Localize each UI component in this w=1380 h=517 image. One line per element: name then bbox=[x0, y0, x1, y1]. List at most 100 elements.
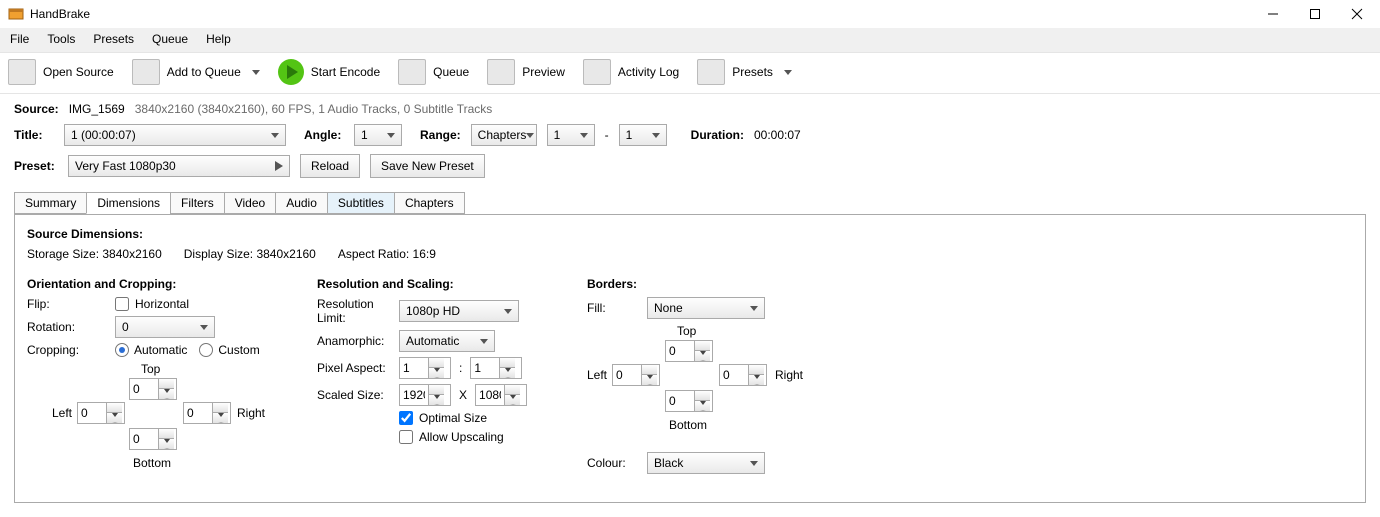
start-encode-button[interactable]: Start Encode bbox=[278, 59, 380, 85]
rotation-label: Rotation: bbox=[27, 320, 115, 334]
colour-select[interactable]: Black bbox=[647, 452, 765, 474]
menu-tools[interactable]: Tools bbox=[47, 32, 75, 46]
angle-value: 1 bbox=[361, 128, 368, 142]
colour-value: Black bbox=[654, 456, 683, 470]
borders-h: Borders: bbox=[587, 277, 847, 291]
add-to-queue-button[interactable]: Add to Queue bbox=[132, 59, 260, 85]
maximize-button[interactable] bbox=[1308, 7, 1322, 21]
pixel-aspect-y-input[interactable] bbox=[470, 357, 522, 379]
crop-grid: Top Left Right Bottom bbox=[107, 362, 317, 482]
flip-horizontal-checkbox[interactable] bbox=[115, 297, 129, 311]
menu-help[interactable]: Help bbox=[206, 32, 231, 46]
aspect-ratio: Aspect Ratio: 16:9 bbox=[338, 247, 436, 261]
tab-video[interactable]: Video bbox=[224, 192, 276, 214]
queue-button[interactable]: Queue bbox=[398, 59, 469, 85]
tab-chapters[interactable]: Chapters bbox=[394, 192, 465, 214]
chevron-down-icon bbox=[200, 325, 208, 330]
anamorphic-label: Anamorphic: bbox=[317, 334, 399, 348]
tab-subtitles[interactable]: Subtitles bbox=[327, 192, 395, 214]
presets-icon bbox=[697, 59, 725, 85]
minimize-button[interactable] bbox=[1266, 7, 1280, 21]
angle-select[interactable]: 1 bbox=[354, 124, 402, 146]
tabs: Summary Dimensions Filters Video Audio S… bbox=[0, 182, 1380, 214]
preset-select[interactable]: Very Fast 1080p30 bbox=[68, 155, 290, 177]
border-right-input[interactable] bbox=[719, 364, 767, 386]
anamorphic-select[interactable]: Automatic bbox=[399, 330, 495, 352]
range-type: Chapters bbox=[478, 128, 527, 142]
flip-label: Flip: bbox=[27, 297, 115, 311]
orientation-cropping: Orientation and Cropping: Flip: Horizont… bbox=[27, 277, 277, 482]
menu-file[interactable]: File bbox=[10, 32, 29, 46]
preview-button[interactable]: Preview bbox=[487, 59, 565, 85]
menubar: File Tools Presets Queue Help bbox=[0, 28, 1380, 53]
save-preset-button[interactable]: Save New Preset bbox=[370, 154, 485, 178]
border-bottom-input[interactable] bbox=[665, 390, 713, 412]
cropping-auto-label: Automatic bbox=[134, 343, 187, 357]
orientation-h: Orientation and Cropping: bbox=[27, 277, 277, 291]
fill-select[interactable]: None bbox=[647, 297, 765, 319]
chevron-down-icon bbox=[652, 133, 660, 138]
menu-presets[interactable]: Presets bbox=[93, 32, 134, 46]
chevron-right-icon bbox=[275, 161, 283, 171]
allow-upscaling-label: Allow Upscaling bbox=[419, 430, 504, 444]
border-top-input[interactable] bbox=[665, 340, 713, 362]
tab-summary[interactable]: Summary bbox=[14, 192, 87, 214]
cropping-auto-radio[interactable] bbox=[115, 343, 129, 357]
open-source-button[interactable]: Open Source bbox=[8, 59, 114, 85]
tab-dimensions[interactable]: Dimensions bbox=[86, 192, 171, 214]
optimal-size-label: Optimal Size bbox=[419, 411, 487, 425]
res-limit-value: 1080p HD bbox=[406, 304, 460, 318]
scaled-width-input[interactable] bbox=[399, 384, 451, 406]
rotation-select[interactable]: 0 bbox=[115, 316, 215, 338]
range-label: Range: bbox=[420, 128, 461, 142]
range-type-select[interactable]: Chapters bbox=[471, 124, 537, 146]
crop-top-input[interactable] bbox=[129, 378, 177, 400]
pixel-aspect-sep: : bbox=[459, 361, 462, 375]
range-to: 1 bbox=[626, 128, 633, 142]
close-button[interactable] bbox=[1350, 7, 1364, 21]
activity-log-button[interactable]: Activity Log bbox=[583, 59, 679, 85]
presets-button[interactable]: Presets bbox=[697, 59, 792, 85]
scaled-height-input[interactable] bbox=[475, 384, 527, 406]
chevron-down-icon bbox=[750, 461, 758, 466]
cropping-custom-label: Custom bbox=[218, 343, 259, 357]
border-bottom-label: Bottom bbox=[669, 418, 707, 432]
range-to-select[interactable]: 1 bbox=[619, 124, 667, 146]
allow-upscaling-checkbox[interactable] bbox=[399, 430, 413, 444]
crop-left-input[interactable] bbox=[77, 402, 125, 424]
film-icon bbox=[8, 59, 36, 85]
range-from-select[interactable]: 1 bbox=[547, 124, 595, 146]
res-limit-select[interactable]: 1080p HD bbox=[399, 300, 519, 322]
display-size: Display Size: 3840x2160 bbox=[184, 247, 316, 261]
menu-queue[interactable]: Queue bbox=[152, 32, 188, 46]
add-to-queue-label: Add to Queue bbox=[167, 65, 241, 79]
borders: Borders: Fill: None Top Left Right Botto… bbox=[587, 277, 847, 482]
title-select[interactable]: 1 (00:00:07) bbox=[64, 124, 286, 146]
source-details: 3840x2160 (3840x2160), 60 FPS, 1 Audio T… bbox=[135, 102, 493, 116]
source-dimensions-h: Source Dimensions: bbox=[27, 227, 1353, 241]
chevron-down-icon bbox=[750, 306, 758, 311]
open-source-label: Open Source bbox=[43, 65, 114, 79]
border-left-label: Left bbox=[587, 368, 607, 382]
app-icon bbox=[8, 6, 24, 22]
crop-right-input[interactable] bbox=[183, 402, 231, 424]
source-name: IMG_1569 bbox=[69, 102, 125, 116]
crop-left-label: Left bbox=[52, 406, 72, 420]
crop-bottom-input[interactable] bbox=[129, 428, 177, 450]
resolution-h: Resolution and Scaling: bbox=[317, 277, 547, 291]
pixel-aspect-x-input[interactable] bbox=[399, 357, 451, 379]
flip-horizontal-label: Horizontal bbox=[135, 297, 189, 311]
reload-button[interactable]: Reload bbox=[300, 154, 360, 178]
optimal-size-checkbox[interactable] bbox=[399, 411, 413, 425]
app-title: HandBrake bbox=[30, 7, 90, 21]
chevron-down-icon bbox=[271, 133, 279, 138]
storage-size: Storage Size: 3840x2160 bbox=[27, 247, 162, 261]
chevron-down-icon bbox=[526, 133, 534, 138]
scaled-sep: X bbox=[459, 388, 467, 402]
resolution-scaling: Resolution and Scaling: Resolution Limit… bbox=[317, 277, 547, 482]
preset-label: Preset: bbox=[14, 159, 58, 173]
tab-filters[interactable]: Filters bbox=[170, 192, 225, 214]
border-left-input[interactable] bbox=[612, 364, 660, 386]
tab-audio[interactable]: Audio bbox=[275, 192, 328, 214]
cropping-custom-radio[interactable] bbox=[199, 343, 213, 357]
